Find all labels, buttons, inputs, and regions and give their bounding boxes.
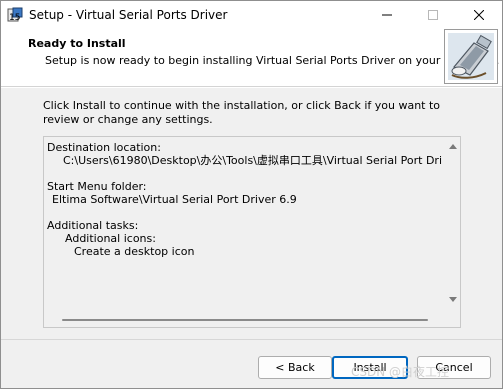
memo-content: Destination location: C:\Users\61980\Des… — [47, 141, 442, 311]
horizontal-scroll-thumb[interactable] — [62, 319, 428, 321]
destination-value: C:\Users\61980\Desktop\办公\Tools\虚拟串口工具\V… — [63, 154, 442, 167]
intro-text: Click Install to continue with the insta… — [43, 99, 441, 126]
scroll-up-icon[interactable] — [449, 144, 457, 149]
window-title: Setup - Virtual Serial Ports Driver — [29, 8, 228, 22]
watermark: CSDN @白夜工控 — [351, 365, 450, 379]
close-icon — [474, 10, 484, 20]
svg-text:15: 15 — [9, 13, 20, 23]
vertical-scrollbar[interactable] — [446, 137, 460, 311]
close-button[interactable] — [456, 1, 502, 29]
maximize-icon — [428, 10, 438, 20]
setup-window: 15 Setup - Virtual Serial Ports Driver R… — [0, 0, 503, 389]
page-subtitle: Setup is now ready to begin installing V… — [45, 54, 500, 67]
title-bar: 15 Setup - Virtual Serial Ports Driver — [1, 1, 502, 29]
start-menu-value: Eltima Software\Virtual Serial Port Driv… — [52, 193, 297, 206]
wizard-image-icon — [444, 29, 498, 84]
back-button[interactable]: < Back — [258, 356, 332, 379]
setup-app-icon: 15 — [7, 7, 23, 23]
destination-label: Destination location: — [47, 141, 161, 154]
maximize-button[interactable] — [410, 1, 456, 29]
minimize-icon — [382, 14, 392, 16]
task-item: Create a desktop icon — [74, 245, 195, 258]
header-divider — [1, 87, 502, 88]
back-button-label: < Back — [275, 361, 315, 374]
page-title: Ready to Install — [28, 37, 126, 50]
ready-memo[interactable]: Destination location: C:\Users\61980\Des… — [43, 136, 461, 328]
tasks-sub-label: Additional icons: — [65, 232, 156, 245]
wizard-header: Ready to Install Setup is now ready to b… — [1, 29, 502, 87]
minimize-button[interactable] — [364, 1, 410, 29]
start-menu-label: Start Menu folder: — [47, 180, 147, 193]
horizontal-scrollbar[interactable] — [44, 313, 446, 327]
tasks-label: Additional tasks: — [47, 219, 139, 232]
footer-divider — [1, 339, 502, 340]
scroll-down-icon[interactable] — [449, 297, 457, 302]
